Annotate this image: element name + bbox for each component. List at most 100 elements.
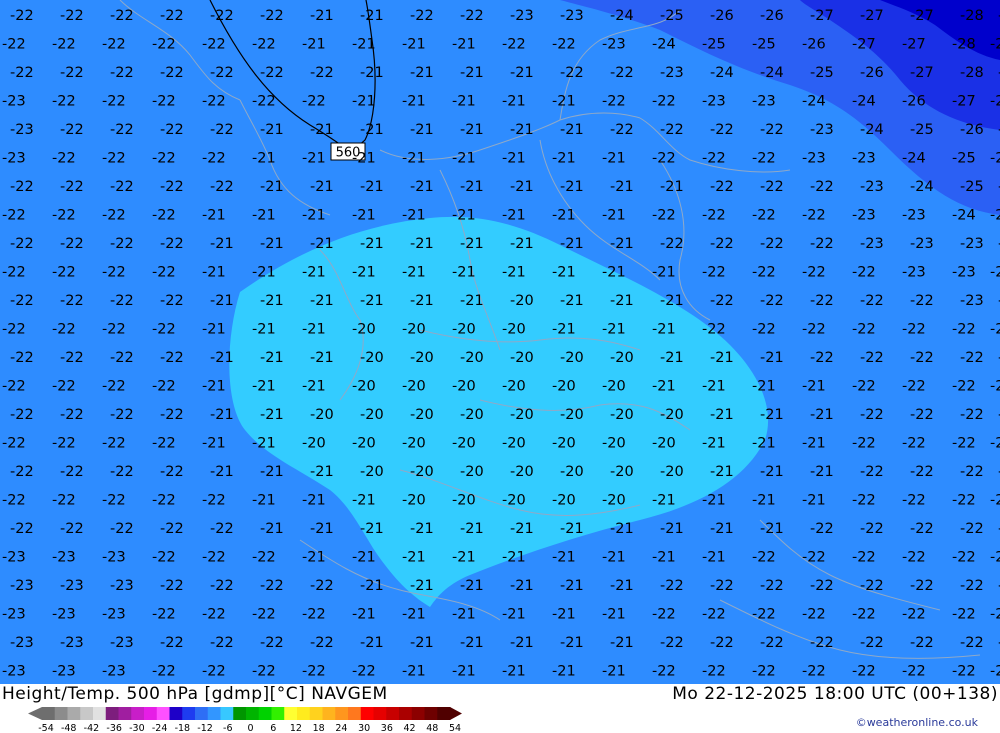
value-label: -20: [460, 407, 484, 423]
value-label: -22: [60, 350, 84, 366]
value-label: -26: [802, 37, 826, 53]
value-label: -21: [210, 293, 234, 309]
value-label: -24: [610, 8, 634, 24]
value-label: -21: [252, 379, 276, 395]
value-label: -23: [60, 635, 84, 651]
value-label: -22: [952, 550, 976, 566]
value-label: -22: [652, 151, 676, 167]
legend-swatch: [322, 707, 336, 720]
value-label: -21: [610, 179, 634, 195]
value-label: -22: [60, 65, 84, 81]
value-label: -21: [452, 37, 476, 53]
value-label: -22: [860, 521, 884, 537]
value-label: -20: [510, 350, 534, 366]
value-label: -22: [202, 493, 226, 509]
value-label: -21: [410, 236, 434, 252]
value-label: -21: [760, 407, 784, 423]
value-label: -22: [910, 407, 934, 423]
value-label: -21: [510, 122, 534, 138]
legend-swatch: [411, 707, 425, 720]
value-label: -21: [402, 94, 426, 110]
credit-link[interactable]: ©weatheronline.co.uk: [856, 716, 978, 729]
value-label: -22: [810, 293, 834, 309]
value-label: -21: [510, 521, 534, 537]
value-label: -21: [810, 407, 834, 423]
value-label: -21: [610, 236, 634, 252]
legend-swatch: [399, 707, 413, 720]
value-label: -22: [852, 436, 876, 452]
value-label: -21: [610, 521, 634, 537]
value-label: -22: [702, 151, 726, 167]
value-label: -22: [810, 578, 834, 594]
value-label: -22: [990, 493, 1000, 509]
value-label: -25: [660, 8, 684, 24]
value-label: -28: [960, 8, 984, 24]
value-label: -21: [552, 664, 576, 680]
value-label: -22: [752, 664, 776, 680]
value-label: -22: [860, 293, 884, 309]
legend-tick-label: 30: [358, 723, 370, 733]
legend-tick-label: 24: [335, 723, 347, 733]
value-label: -24: [952, 208, 976, 224]
value-label: -21: [502, 208, 526, 224]
value-label: -21: [252, 265, 276, 281]
value-label: -21: [310, 179, 334, 195]
value-label: -22: [902, 493, 926, 509]
value-label: -21: [210, 407, 234, 423]
value-label: -28: [952, 37, 976, 53]
value-label: -22: [860, 464, 884, 480]
value-label: -23: [102, 550, 126, 566]
value-label: -28: [960, 65, 984, 81]
value-label: -23: [10, 635, 34, 651]
value-label: -20: [352, 322, 376, 338]
value-label: -20: [452, 322, 476, 338]
value-label: -22: [952, 379, 976, 395]
value-label: -22: [152, 265, 176, 281]
value-label: -25: [960, 179, 984, 195]
legend-ticks: -54 -48 -42 -36 -30 -24 -18 -12 -6 0 6 12 18 24 30 36 42…: [38, 723, 461, 733]
value-label: -20: [502, 322, 526, 338]
value-label: -22: [202, 664, 226, 680]
value-label: -22: [310, 635, 334, 651]
value-label: -22: [810, 635, 834, 651]
value-label: -23: [52, 550, 76, 566]
legend-swatch: [373, 707, 387, 720]
value-label: -22: [852, 265, 876, 281]
value-label: -20: [502, 379, 526, 395]
value-label: -22: [160, 635, 184, 651]
value-label: -21: [560, 236, 584, 252]
value-label: -22: [802, 265, 826, 281]
value-label: -22: [210, 578, 234, 594]
value-label: -21: [510, 236, 534, 252]
value-label: -21: [360, 236, 384, 252]
value-label: -23: [560, 8, 584, 24]
value-label: -22: [410, 8, 434, 24]
value-label: -22: [702, 664, 726, 680]
value-label: -22: [902, 322, 926, 338]
title-bar: Height/Temp. 500 hPa [gdmp][°C] NAVGEM M…: [0, 684, 1000, 708]
legend-tick-label: -42: [84, 723, 100, 733]
value-label: -22: [152, 151, 176, 167]
value-label: -21: [510, 578, 534, 594]
value-label: -24: [710, 65, 734, 81]
value-label: -22: [990, 607, 1000, 623]
value-label: -21: [302, 379, 326, 395]
value-label: -20: [360, 407, 384, 423]
value-label: -21: [302, 322, 326, 338]
value-label: -21: [752, 379, 776, 395]
value-label: -22: [910, 350, 934, 366]
value-label: -22: [152, 322, 176, 338]
value-label: -24: [902, 151, 926, 167]
value-label: -22: [160, 293, 184, 309]
legend-tick-label: -12: [197, 723, 213, 733]
value-label: -21: [810, 464, 834, 480]
value-label: -22: [752, 265, 776, 281]
value-label: -21: [352, 37, 376, 53]
value-label: -22: [852, 493, 876, 509]
value-label: -22: [52, 208, 76, 224]
value-label: -22: [852, 550, 876, 566]
value-label: -28: [990, 37, 1000, 53]
value-label: -21: [252, 493, 276, 509]
value-label: -21: [352, 550, 376, 566]
value-label: -22: [252, 37, 276, 53]
